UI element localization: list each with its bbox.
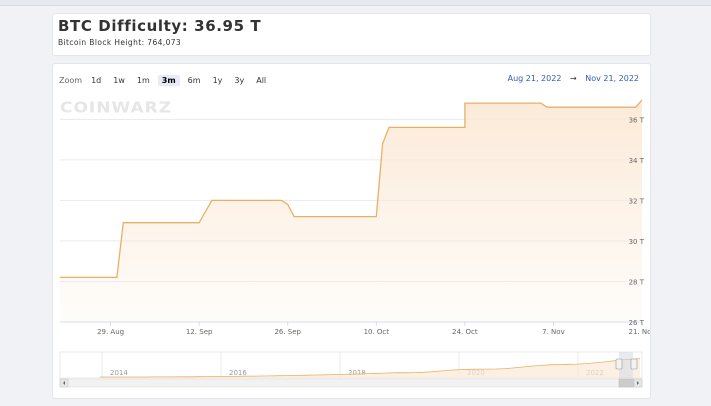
x-tick-label: 10. Oct: [364, 328, 390, 336]
browser-top-strip: [0, 0, 711, 6]
navigator-right-handle: [630, 358, 638, 370]
x-tick-label: 26. Sep: [274, 328, 301, 336]
scrollbar-track: [59, 378, 643, 388]
x-tick-label: 24. Oct: [452, 328, 478, 336]
x-axis: [60, 321, 643, 326]
y-tick-label: 26 T: [629, 319, 645, 327]
y-tick-label: 32 T: [629, 197, 645, 205]
y-tick-label: 36 T: [629, 116, 645, 124]
x-tick-label: 12. Sep: [186, 328, 213, 336]
x-tick-label: 7. Nov: [542, 328, 565, 336]
block-height-label: Bitcoin Block Height: 764,073: [58, 38, 182, 47]
navigator-left-handle: [615, 358, 623, 370]
x-tick-label: 29. Aug: [97, 328, 124, 336]
y-tick-label: 34 T: [629, 157, 645, 165]
scrollbar-thumb: [618, 378, 635, 388]
y-tick-label: 28 T: [629, 278, 645, 286]
difficulty-chart: 26 T28 T30 T32 T34 T36 T 29. Aug 12. Sep 2…: [59, 99, 650, 388]
page-title: BTC Difficulty: 36.95 T: [58, 17, 262, 35]
x-tick-labels: 29. Aug 12. Sep 26. Sep 10. Oct 24. Oct 7. No…: [97, 328, 650, 336]
navigator[interactable]: 20142016201820202022: [59, 351, 643, 388]
x-tick-label: 21. Nov: [628, 328, 650, 336]
difficulty-area-fill: [60, 100, 642, 322]
chart-card: Zoom 1d 1w 1m 3m 6m 1y 3y All Aug 21, 20…: [52, 63, 651, 399]
navigator-year-label: 2014: [110, 369, 128, 377]
header-card: BTC Difficulty: 36.95 T Bitcoin Block He…: [52, 13, 651, 56]
y-tick-label: 30 T: [629, 238, 645, 246]
